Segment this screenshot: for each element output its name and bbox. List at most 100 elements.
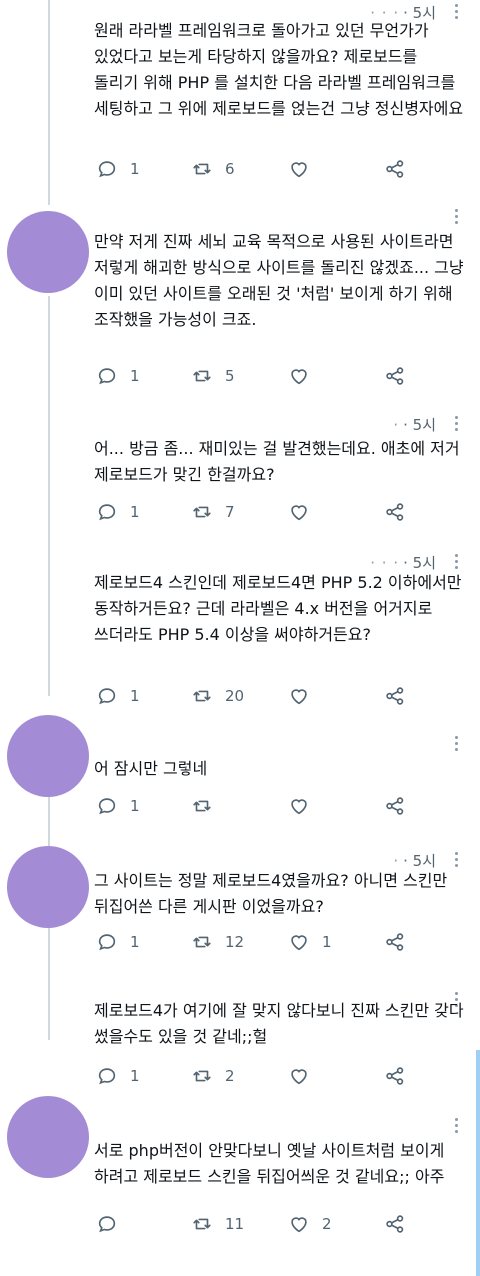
retweet-icon	[193, 506, 211, 518]
tweet[interactable]: 만약 저게 진짜 세뇌 교육 목적으로 사용된 사이트라면 저렇게 해괴한 방식…	[0, 205, 480, 400]
like-count: 1	[322, 933, 332, 951]
more-icon[interactable]	[454, 209, 458, 227]
avatar[interactable]	[7, 715, 89, 797]
retweet-button[interactable]: 5	[191, 364, 235, 388]
reply-count: 1	[130, 933, 140, 951]
retweet-icon	[193, 800, 211, 812]
share-button[interactable]	[384, 1064, 406, 1088]
retweet-count: 12	[225, 933, 245, 951]
retweet-icon	[193, 163, 211, 175]
heart-icon	[291, 162, 307, 178]
share-button[interactable]	[384, 684, 406, 708]
tweet-actions: 1	[96, 794, 416, 818]
like-button[interactable]	[288, 684, 322, 708]
retweet-count: 20	[225, 687, 245, 705]
tweet[interactable]: 어 잠시만 그렇네 1	[0, 715, 480, 835]
heart-icon	[291, 799, 307, 815]
like-button[interactable]	[288, 157, 322, 181]
reply-button[interactable]: 1	[96, 1064, 140, 1088]
share-button[interactable]	[384, 500, 406, 524]
reply-icon	[98, 504, 116, 521]
like-button[interactable]	[288, 1064, 322, 1088]
reply-button[interactable]	[96, 1212, 130, 1236]
tweet-text: 어 잠시만 그렇네	[94, 759, 208, 778]
retweet-button[interactable]: 11	[191, 1212, 244, 1236]
tweet-text: 어... 방금 좀... 재미있는 걸 발견했는데요. 애초에 저거 제로보드가…	[94, 439, 465, 484]
retweet-icon	[193, 690, 211, 702]
tweet-actions: 1 20	[96, 684, 416, 708]
tweet-text: 제로보드4가 여기에 잘 맞지 않다보니 진짜 스킨만 갖다 썼을수도 있을 것…	[94, 1001, 469, 1046]
tweet[interactable]: · · · · 5시 원래 라라벨 프레임워크로 돌아가고 있던 무언가가 있었다…	[0, 0, 480, 200]
more-icon[interactable]	[454, 736, 458, 754]
tweet[interactable]: · · · · 5시 제로보드4 스킨인데 제로보드4면 PHP 5.2 이하에서…	[0, 550, 480, 720]
heart-icon	[291, 935, 307, 951]
reply-count: 1	[130, 503, 140, 521]
tweet-text: 원래 라라벨 프레임워크로 돌아가고 있던 무언가가 있었다고 보는게 타당하지…	[94, 21, 464, 118]
tweet[interactable]: 제로보드4가 여기에 잘 맞지 않다보니 진짜 스킨만 갖다 썼을수도 있을 것…	[0, 978, 480, 1090]
share-button[interactable]	[384, 157, 406, 181]
reply-button[interactable]: 1	[96, 500, 140, 524]
reply-count: 1	[130, 1067, 140, 1085]
avatar[interactable]	[7, 846, 89, 928]
tweet-text: 그 사이트는 정말 제로보드4였을까요? 아니면 스킨만 뒤집어쓴 다른 게시판…	[94, 871, 453, 916]
retweet-count: 6	[225, 160, 235, 178]
share-icon	[386, 687, 404, 705]
reply-count: 1	[130, 687, 140, 705]
share-icon	[386, 367, 404, 385]
reply-button[interactable]: 1	[96, 794, 140, 818]
reply-icon	[98, 1068, 116, 1085]
tweet-text: 제로보드4 스킨인데 제로보드4면 PHP 5.2 이하에서만 동작하거든요? …	[94, 573, 467, 644]
reply-button[interactable]: 1	[96, 684, 140, 708]
retweet-icon	[193, 1070, 211, 1082]
retweet-button[interactable]: 12	[191, 930, 244, 954]
tweet[interactable]: · · 5시 어... 방금 좀... 재미있는 걸 발견했는데요. 애초에 저거…	[0, 412, 480, 542]
retweet-count: 2	[225, 1067, 235, 1085]
tweet-text: 서로 php버전이 안맞다보니 옛날 사이트처럼 보이게 하려고 제로보드 스킨…	[94, 1141, 450, 1186]
share-button[interactable]	[384, 930, 406, 954]
retweet-button[interactable]: 6	[191, 157, 235, 181]
tweet-actions: 11 2	[96, 1212, 416, 1236]
retweet-icon	[193, 1218, 211, 1230]
tweet-actions: 1 6	[96, 157, 416, 181]
retweet-button[interactable]	[191, 794, 225, 818]
reply-button[interactable]: 1	[96, 364, 140, 388]
reply-icon	[98, 161, 116, 178]
tweet-time: · · 5시	[393, 416, 436, 434]
reply-count: 1	[130, 797, 140, 815]
share-icon	[386, 1067, 404, 1085]
avatar[interactable]	[7, 211, 89, 293]
tweet[interactable]: 서로 php버전이 안맞다보니 옛날 사이트처럼 보이게 하려고 제로보드 스킨…	[0, 1096, 480, 1276]
reply-button[interactable]: 1	[96, 930, 140, 954]
like-button[interactable]	[288, 794, 322, 818]
reply-icon	[98, 798, 116, 815]
reply-button[interactable]: 1	[96, 157, 140, 181]
retweet-button[interactable]: 2	[191, 1064, 235, 1088]
tweet-actions: 1 5	[96, 364, 416, 388]
share-button[interactable]	[384, 794, 406, 818]
share-button[interactable]	[384, 1212, 406, 1236]
reply-count: 1	[130, 160, 140, 178]
retweet-button[interactable]: 20	[191, 684, 244, 708]
like-button[interactable]: 2	[288, 1212, 332, 1236]
retweet-button[interactable]: 7	[191, 500, 235, 524]
retweet-count: 11	[225, 1215, 245, 1233]
avatar[interactable]	[7, 1096, 89, 1178]
tweet[interactable]: · · 5시 그 사이트는 정말 제로보드4였을까요? 아니면 스킨만 뒤집어쓴 …	[0, 846, 480, 968]
retweet-icon	[193, 370, 211, 382]
like-count: 2	[322, 1215, 332, 1233]
retweet-count: 5	[225, 367, 235, 385]
reply-icon	[98, 1216, 116, 1233]
share-icon	[386, 933, 404, 951]
like-button[interactable]	[288, 500, 322, 524]
share-button[interactable]	[384, 364, 406, 388]
reply-count: 1	[130, 367, 140, 385]
like-button[interactable]: 1	[288, 930, 332, 954]
like-button[interactable]	[288, 364, 322, 388]
tweet-text: 만약 저게 진짜 세뇌 교육 목적으로 사용된 사이트라면 저렇게 해괴한 방식…	[94, 232, 469, 329]
more-icon[interactable]	[454, 416, 458, 434]
scrollbar[interactable]	[476, 1050, 480, 1276]
tweet-actions: 1 12 1	[96, 930, 416, 954]
more-icon[interactable]	[454, 1118, 458, 1136]
share-icon	[386, 503, 404, 521]
heart-icon	[291, 505, 307, 521]
